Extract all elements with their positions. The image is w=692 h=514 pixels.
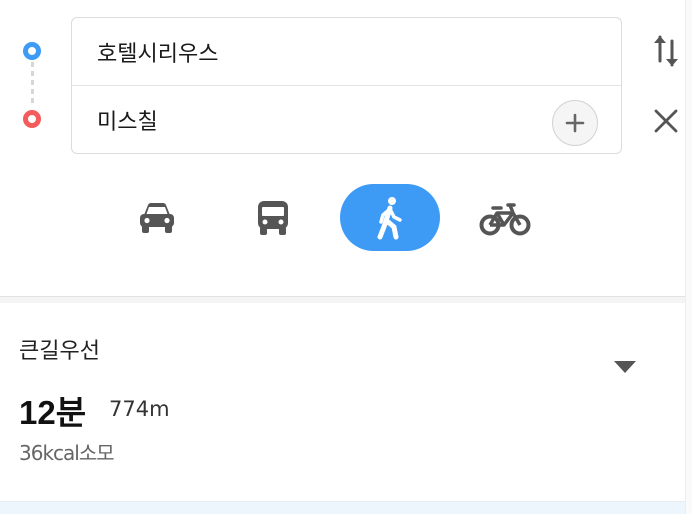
mode-bus-button[interactable] <box>223 184 323 251</box>
mode-bike-button[interactable] <box>455 184 555 251</box>
chevron-down-icon <box>614 361 636 373</box>
swap-route-button[interactable] <box>649 31 683 71</box>
route-input-box: 호텔시리우스 미스칠 <box>71 17 622 154</box>
route-expand-button[interactable] <box>612 358 638 376</box>
route-option-label: 큰길우선 <box>19 339 100 364</box>
origin-input[interactable]: 호텔시리우스 <box>72 18 621 86</box>
route-calories: 36kcal소모 <box>19 441 115 465</box>
car-icon <box>140 202 174 233</box>
bus-icon <box>258 200 288 235</box>
scrollbar[interactable] <box>685 0 692 514</box>
mode-car-button[interactable] <box>107 184 207 251</box>
swap-arrows-icon <box>654 35 678 67</box>
destination-marker-icon <box>23 110 41 128</box>
walk-icon <box>377 196 402 239</box>
route-connector-line <box>31 62 34 106</box>
plus-icon <box>565 113 585 133</box>
origin-marker-icon <box>23 42 41 60</box>
next-route-item[interactable] <box>0 501 692 514</box>
route-duration: 12분 <box>19 394 87 431</box>
close-icon <box>654 109 678 133</box>
route-distance: 774m <box>109 397 170 421</box>
mode-walk-button[interactable] <box>340 184 440 251</box>
destination-input[interactable]: 미스칠 <box>72 86 621 154</box>
close-button[interactable] <box>649 101 683 141</box>
add-waypoint-button[interactable] <box>552 100 598 146</box>
section-divider <box>0 296 692 303</box>
bike-icon <box>479 202 531 235</box>
